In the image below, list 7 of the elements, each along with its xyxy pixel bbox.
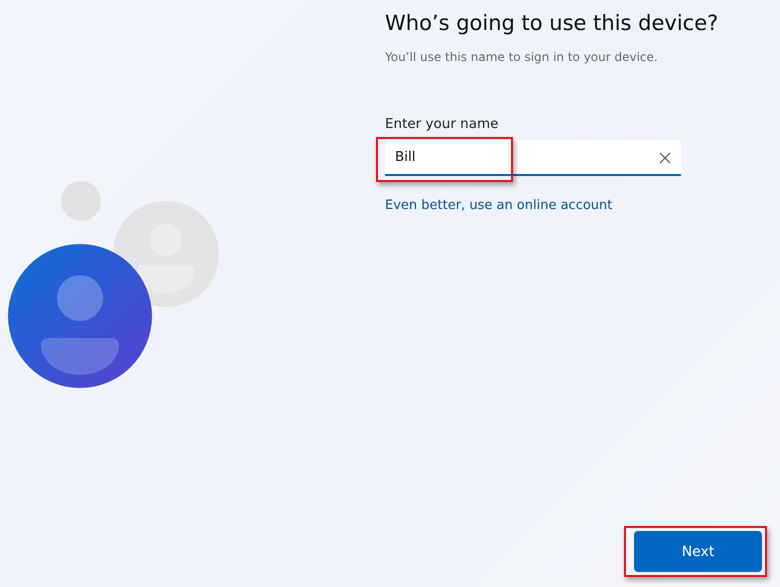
field-label: Enter your name (385, 116, 500, 132)
online-account-link[interactable]: Even better, use an online account (385, 198, 612, 213)
subtitle: You’ll use this name to sign in to your device. (385, 50, 659, 64)
clear-icon[interactable] (659, 152, 671, 164)
page-title: Who’s going to use this device? (385, 10, 720, 36)
name-input-field[interactable]: Bill (385, 140, 681, 176)
next-button[interactable]: Next (634, 531, 762, 572)
